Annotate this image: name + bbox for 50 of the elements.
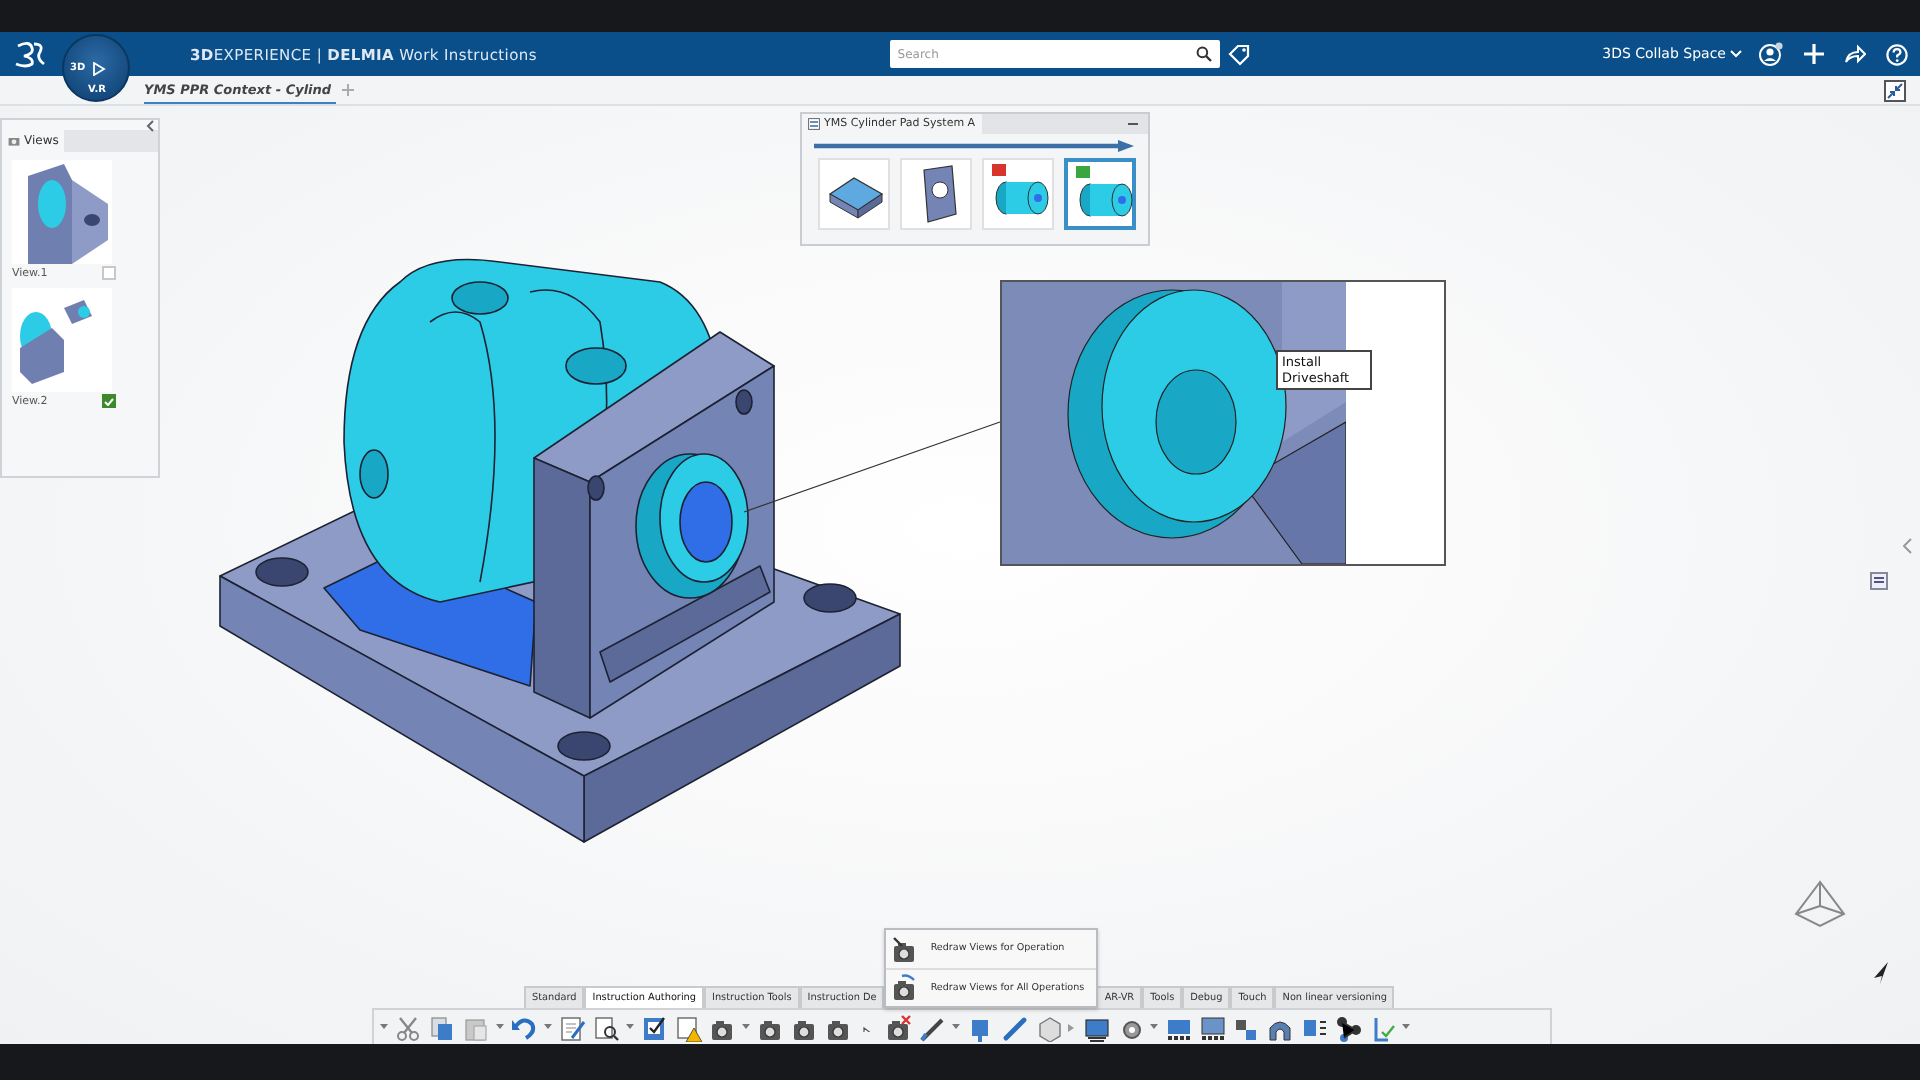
dropdown-caret-icon[interactable] — [626, 1023, 634, 1031]
camera-icon — [8, 136, 20, 146]
dropdown-caret-icon[interactable] — [1402, 1023, 1410, 1031]
panel-toggle-icon[interactable] — [1870, 572, 1888, 590]
collapse-chevron-icon[interactable] — [146, 120, 154, 132]
camera-refresh-icon — [890, 974, 919, 1002]
view-thumbnail[interactable] — [12, 288, 112, 392]
dropdown-caret-icon[interactable] — [1150, 1023, 1158, 1031]
dropdown-caret-icon[interactable] — [544, 1023, 552, 1031]
help-icon[interactable] — [1885, 43, 1908, 65]
axis-triad-icon[interactable] — [1794, 881, 1845, 928]
dropdown-caret-icon[interactable] — [496, 1023, 504, 1031]
copy-icon[interactable] — [428, 1013, 456, 1041]
dropdown-caret-icon[interactable] — [742, 1023, 750, 1031]
minimize-icon[interactable] — [1126, 118, 1142, 130]
camera-delete-icon[interactable] — [884, 1013, 912, 1041]
pen-icon[interactable] — [918, 1013, 946, 1041]
play-icon[interactable] — [92, 62, 106, 76]
check-icon — [104, 397, 114, 405]
flag-icon — [1076, 166, 1090, 178]
pencil-icon[interactable] — [1000, 1013, 1028, 1041]
sequence-arrow-icon — [814, 140, 1134, 152]
view-checkbox[interactable] — [102, 394, 116, 408]
user-avatar-icon[interactable] — [1757, 42, 1784, 66]
scissors-icon[interactable] — [394, 1013, 422, 1041]
search-icon[interactable] — [1195, 46, 1212, 62]
share-icon[interactable] — [1843, 44, 1866, 64]
image-grid-icon[interactable] — [1198, 1013, 1226, 1041]
view-checkbox[interactable] — [102, 266, 116, 280]
warning-document-icon[interactable] — [674, 1013, 702, 1041]
plus-icon[interactable] — [1803, 44, 1824, 64]
expand-arrow-icon[interactable] — [1068, 1023, 1076, 1031]
tag-icon[interactable] — [1227, 43, 1250, 65]
dropdown-caret-icon[interactable] — [952, 1023, 960, 1031]
notepad-pencil-icon[interactable] — [558, 1013, 586, 1041]
undo-icon[interactable] — [510, 1013, 538, 1041]
cursor-icon — [1874, 962, 1888, 984]
monitor-list-icon[interactable] — [1082, 1013, 1110, 1041]
network-icon[interactable] — [1334, 1013, 1362, 1041]
chevron-down-icon — [1729, 50, 1742, 58]
view-thumbnail[interactable] — [12, 160, 112, 264]
checklist-icon[interactable] — [640, 1013, 668, 1041]
operation-step[interactable] — [1064, 158, 1136, 230]
camera-pencil-icon — [890, 935, 919, 963]
overflow-caret-icon[interactable] — [380, 1023, 388, 1031]
brand-logo-icon — [14, 40, 46, 68]
document-magnifier-icon[interactable] — [592, 1013, 620, 1041]
expand-panel-icon[interactable] — [1902, 538, 1912, 554]
flag-icon — [992, 164, 1006, 176]
shrink-icon[interactable] — [1884, 79, 1906, 101]
